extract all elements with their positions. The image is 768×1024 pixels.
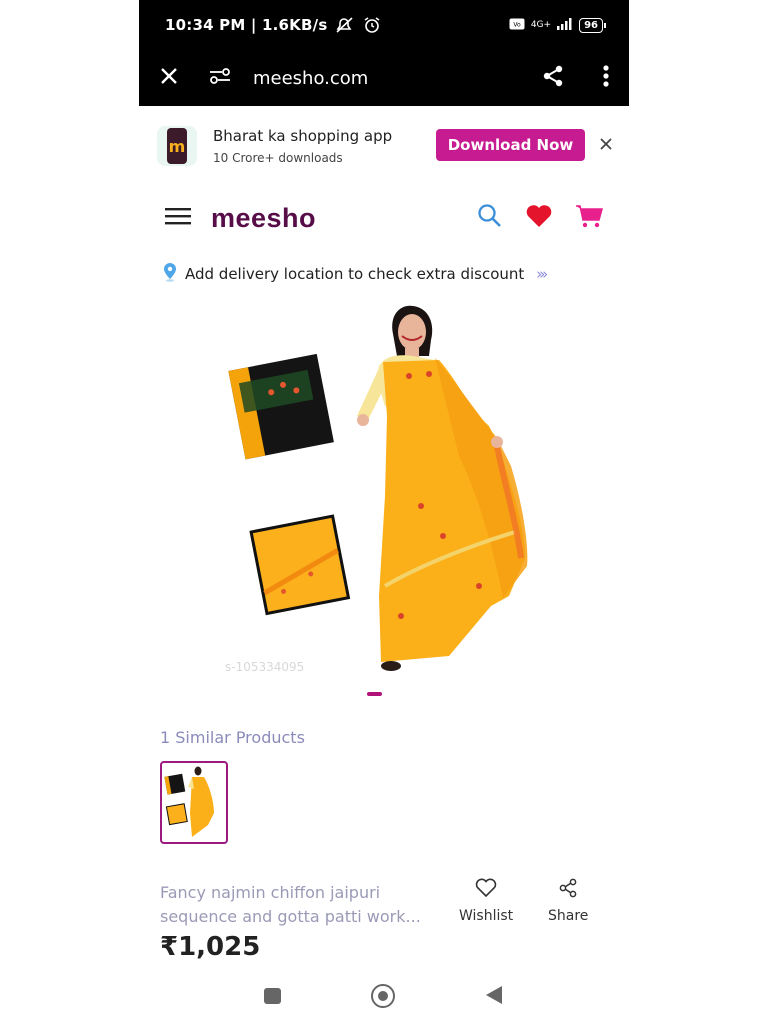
product-image[interactable] bbox=[139, 296, 629, 676]
product-id-watermark: s-105334095 bbox=[225, 660, 305, 674]
menu-icon[interactable] bbox=[165, 206, 191, 230]
banner-subtitle: 10 Crore+ downloads bbox=[213, 151, 343, 165]
product-price: ₹1,025 bbox=[160, 932, 261, 962]
download-now-button[interactable]: Download Now bbox=[436, 129, 585, 161]
share-icon[interactable] bbox=[541, 64, 565, 92]
browser-url-bar: meesho.com bbox=[139, 50, 629, 106]
volte-icon: Vo bbox=[509, 18, 525, 33]
site-header: meesho bbox=[139, 190, 629, 246]
product-name[interactable]: Fancy najmin chiffon jaipuri sequence an… bbox=[160, 881, 445, 929]
wishlist-label: Wishlist bbox=[459, 908, 514, 924]
battery-icon: 96 bbox=[579, 17, 606, 33]
svg-text:Vo: Vo bbox=[513, 21, 521, 28]
wishlist-button[interactable]: Wishlist bbox=[459, 878, 513, 924]
status-right: Vo 4G+ 96 bbox=[509, 17, 606, 33]
close-icon[interactable] bbox=[159, 66, 179, 90]
image-carousel-indicator[interactable] bbox=[367, 692, 382, 696]
status-time: 10:34 PM | 1.6KB/s bbox=[165, 16, 328, 34]
location-pin-icon bbox=[163, 262, 177, 286]
app-logo: m bbox=[157, 126, 197, 166]
recent-apps-icon[interactable] bbox=[264, 988, 281, 1004]
home-icon[interactable] bbox=[371, 984, 395, 1008]
share-product-button[interactable]: Share bbox=[548, 878, 588, 924]
chevron-right-icon: ››› bbox=[536, 265, 548, 283]
delivery-text: Add delivery location to check extra dis… bbox=[185, 265, 525, 283]
product-name-line-1: Fancy najmin chiffon jaipuri bbox=[160, 883, 381, 902]
back-icon[interactable] bbox=[486, 986, 502, 1004]
app-install-banner: m Bharat ka shopping app 10 Crore+ downl… bbox=[139, 106, 629, 186]
network-type: 4G+ bbox=[530, 20, 552, 30]
delivery-location-prompt[interactable]: Add delivery location to check extra dis… bbox=[163, 262, 548, 286]
banner-title: Bharat ka shopping app bbox=[213, 127, 393, 145]
alarm-icon bbox=[363, 16, 381, 34]
search-icon[interactable] bbox=[477, 203, 503, 233]
similar-products-title: 1 Similar Products bbox=[160, 728, 305, 747]
system-nav-bar bbox=[139, 976, 629, 1024]
mute-icon bbox=[335, 16, 355, 34]
share-label: Share bbox=[548, 908, 589, 924]
similar-product-thumbnail[interactable] bbox=[160, 761, 228, 844]
meesho-logo[interactable]: meesho bbox=[211, 203, 316, 234]
site-settings-icon[interactable] bbox=[209, 67, 231, 89]
share-icon bbox=[558, 878, 578, 902]
more-vertical-icon[interactable] bbox=[603, 65, 609, 91]
status-bar: 10:34 PM | 1.6KB/s Vo 4G+ 96 bbox=[139, 0, 629, 50]
url-text[interactable]: meesho.com bbox=[253, 68, 368, 89]
product-name-line-2: sequence and gotta patti work... bbox=[160, 907, 421, 926]
heart-outline-icon bbox=[475, 878, 497, 902]
signal-icon bbox=[557, 17, 573, 33]
cart-icon[interactable] bbox=[575, 203, 603, 233]
heart-icon[interactable] bbox=[525, 204, 553, 232]
phone-screen: 10:34 PM | 1.6KB/s Vo 4G+ 96 meesho.com bbox=[139, 0, 629, 1024]
meesho-app-icon: m bbox=[167, 128, 187, 164]
banner-close-icon[interactable] bbox=[599, 136, 613, 155]
